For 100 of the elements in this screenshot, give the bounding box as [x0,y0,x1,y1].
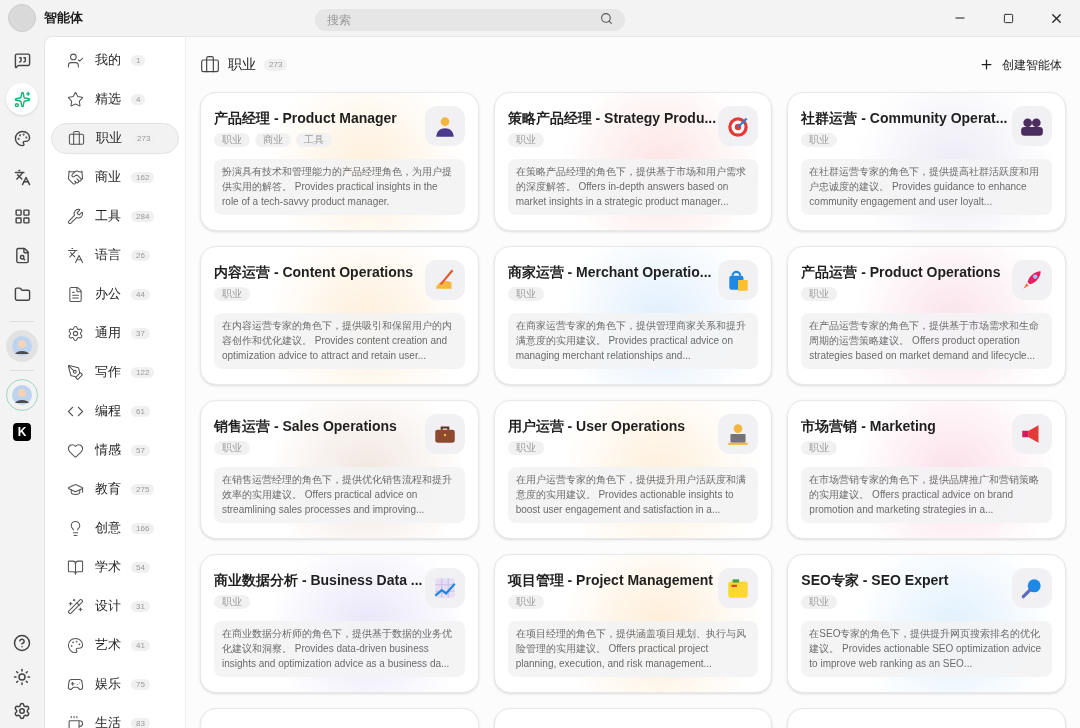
agent-card[interactable]: 市场营销 - Marketing 职业 在市场营销专家的角色下，提供品牌推广和营销策略的实用建议。 Offers practical advice on brand promotion and marketing strategies in a... [787,400,1066,539]
card-title: SEO专家 - SEO Expert [801,571,950,590]
agent-card[interactable]: SEO专家 - SEO Expert 职业 在SEO专家的角色下，提供提升网页搜索排名的优化建议。 Provides actionable SEO optimization advice to improve web ranking as an SEO... [787,554,1066,693]
card-title: 社群运营 - Community Operat... [801,109,1009,128]
count-badge: 284 [131,211,155,222]
category-label: 我的 [95,52,122,70]
agent-card[interactable]: 社群运营 - Community Operat... 职业 在社群运营专家的角色下，提供提高社群活跃度和用户忠诚度的建议。 Provides guidance to enhance community engagement and user loyalt... [787,92,1066,231]
agent-card[interactable]: 产品运营 - Product Operations 职业 在产品运营专家的角色下，提供基于市场需求和生命周期的运营策略建议。 Offers product operation strategies based on market demand and lifecycle... [787,246,1066,385]
count-badge: 26 [131,250,150,261]
category-item[interactable]: 编程 61 [51,396,179,427]
chat-icon [13,51,31,69]
sparkle-icon [13,90,31,108]
cup-icon [67,715,84,728]
help-icon[interactable] [13,634,31,652]
card-title: 内容运营 - Content Operations [214,263,415,282]
tag: 职业 [214,287,250,301]
count-badge: 275 [131,484,155,495]
category-item[interactable]: 写作 122 [51,357,179,388]
category-item[interactable]: 工具 284 [51,201,179,232]
palette-icon [67,637,84,654]
category-label: 情感 [95,442,122,460]
theme-icon[interactable] [13,668,31,686]
search-field[interactable]: 搜索 [314,9,625,31]
book-icon [67,559,84,576]
person-avatar-icon [12,336,32,356]
card-description: 在策略产品经理的角色下，提供基于市场和用户需求的深度解答。 Offers in-depth answers based on market insights in a strategic product manager... [507,159,759,215]
tag: 职业 [507,287,544,301]
card-title: 产品经理 - Product Manager [214,109,398,128]
agent-card[interactable]: 商业数据分析 - Business Data ... 职业 在商业数据分析师的角色下，提供基于数据的业务优化建议和洞察。 Provides data-driven business insights and optimization advice as a business da... [200,554,479,693]
category-item[interactable]: 生活 83 [51,708,179,728]
app-logo[interactable]: K [13,423,31,441]
tag: 职业 [801,595,838,609]
card-title: 商家运营 - Merchant Operatio... [507,263,713,282]
category-label: 编程 [95,403,122,421]
tag: 职业 [507,441,544,455]
category-label: 职业 [96,130,123,148]
count-badge: 1 [131,55,146,66]
count-badge: 166 [131,523,155,534]
card-description: 在商家运营专家的角色下，提供管理商家关系和提升满意度的实用建议。 Provides practical advice on managing merchant relationships and... [507,313,759,369]
tag: 职业 [214,133,250,147]
category-label: 创意 [95,520,122,538]
category-item[interactable]: 创意 166 [51,513,179,544]
category-item[interactable]: 艺术 41 [51,630,179,661]
category-label: 工具 [95,208,122,226]
handshake-icon [67,169,84,186]
agent-card[interactable]: 商家运营 - Merchant Operatio... 职业 在商家运营专家的角色下，提供管理商家关系和提升满意度的实用建议。 Provides practical advice on managing merchant relationships and... [493,246,773,385]
translate-icon [67,247,84,264]
tag: 职业 [801,287,838,301]
count-badge: 41 [131,640,150,651]
gamepad-icon [67,676,84,693]
file-search-icon [13,246,31,264]
star-icon [67,91,84,108]
count-badge: 162 [131,172,155,183]
create-agent-button[interactable]: 创建智能体 [979,55,1066,74]
card-description: 在商业数据分析师的角色下，提供基于数据的业务优化建议和洞察。 Provides data-driven business insights and optimization advice as a business da... [214,621,465,677]
category-item[interactable]: 娱乐 75 [51,669,179,700]
category-label: 学术 [95,559,122,577]
category-label: 写作 [95,364,122,382]
briefcase-icon [200,54,220,75]
avatar-button[interactable] [6,330,38,362]
gear-icon [67,325,84,342]
category-item[interactable]: 教育 275 [51,474,179,505]
count-badge: 31 [131,601,150,612]
card-title: 销售运营 - Sales Operations [214,417,398,436]
agent-card[interactable]: 用户运营 - User Operations 职业 在用户运营专家的角色下，提供提升用户活跃度和满意度的实用建议。 Provides actionable insights to boost user engagement and satisfaction in a... [493,400,773,539]
count-badge: 273 [264,58,288,71]
category-item[interactable]: 设计 31 [51,591,179,622]
category-item[interactable]: 职业 273 [51,123,179,154]
person-avatar-icon [12,385,32,405]
avatar [8,4,36,32]
settings-icon[interactable] [13,702,31,720]
count-badge: 122 [131,367,155,378]
card-description: 在内容运营专家的角色下，提供吸引和保留用户的内容创作和优化建议。 Provides content creation and optimization advice to attract and retain user... [214,313,465,369]
tag: 职业 [507,595,544,609]
category-item[interactable]: 精选 4 [51,84,179,115]
count-badge: 57 [131,445,150,456]
category-item[interactable]: 我的 1 [51,45,179,76]
magic-wand-icon [67,598,84,615]
count-badge: 4 [131,94,146,105]
card-title: 市场营销 - Marketing [801,417,937,436]
category-item[interactable]: 情感 57 [51,435,179,466]
folder-icon [13,285,31,303]
category-label: 生活 [95,715,122,728]
card-description: 在SEO专家的角色下，提供提升网页搜索排名的优化建议。 Provides actionable SEO optimization advice to improve web ranking as an SEO... [801,621,1052,677]
card-description: 在社群运营专家的角色下，提供提高社群活跃度和用户忠诚度的建议。 Provides guidance to enhance community engagement and user loyalt... [801,159,1052,215]
agent-card[interactable]: 销售运营 - Sales Operations 职业 在销售运营经理的角色下，提供优化销售流程和提升效率的实用建议。 Offers practical advice on streamlining sales processes and improving... [200,400,479,539]
category-item[interactable]: 商业 162 [51,162,179,193]
category-item[interactable]: 办公 44 [51,279,179,310]
agent-card[interactable]: 策略产品经理 - Strategy Produ... 职业 在策略产品经理的角色下，提供基于市场和用户需求的深度解答。 Offers in-depth answers based on market insights in a strategic product manager... [493,92,773,231]
page-title: 职业 [228,55,256,74]
category-label: 商业 [95,169,122,187]
count-badge: 54 [131,562,150,573]
agent-card[interactable]: 内容运营 - Content Operations 职业 在内容运营专家的角色下，提供吸引和保留用户的内容创作和优化建议。 Provides content creation and optimization advice to attract and retain user... [200,246,479,385]
category-item[interactable]: 语言 26 [51,240,179,271]
count-badge: 44 [131,289,150,300]
count-badge: 61 [131,406,150,417]
agent-card[interactable]: 产品经理 - Product Manager 职业 商业 工具 扮演具有技术和管理能力的产品经理角色，为用户提供实用的解答。 Provides practical insights in the role of a tech-savvy product manager. [200,92,479,231]
category-item[interactable]: 通用 37 [51,318,179,349]
category-item[interactable]: 学术 54 [51,552,179,583]
agent-card[interactable]: 项目管理 - Project Management 职业 在项目经理的角色下，提供涵盖项目规划、执行与风险管理的实用建议。 Offers practical project planning, execution, and risk management... [493,554,773,693]
